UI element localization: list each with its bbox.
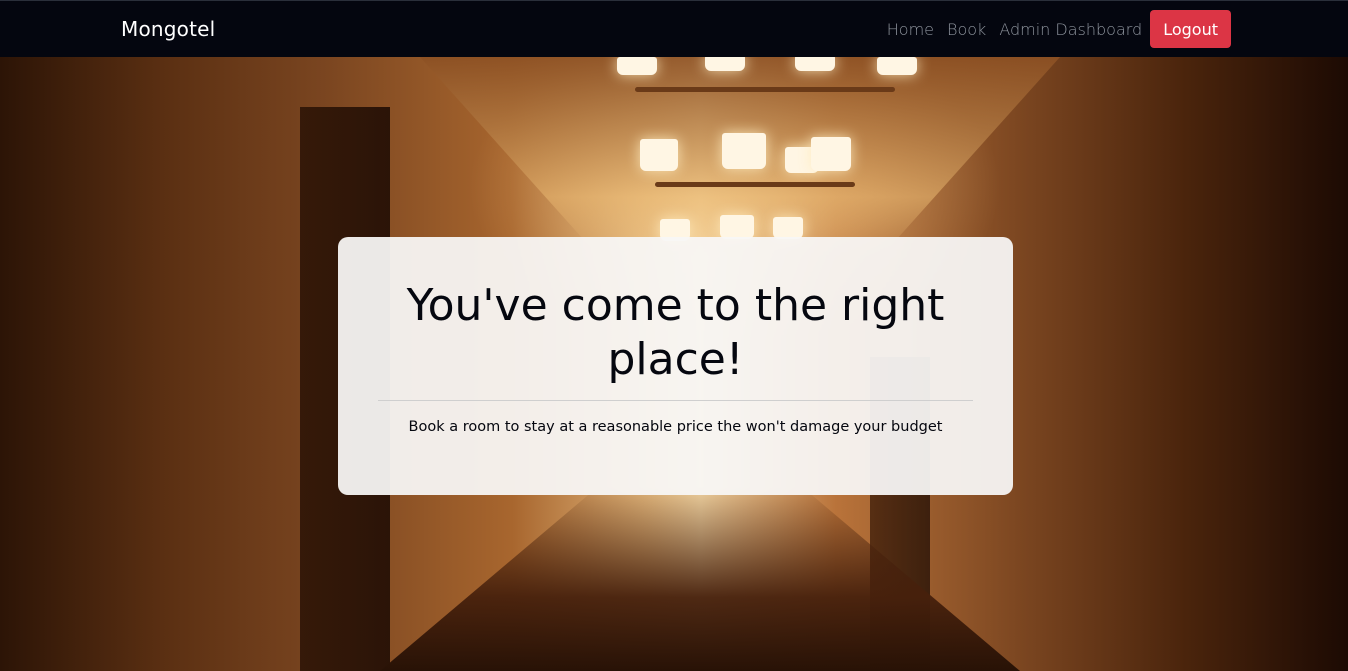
hero-divider (378, 400, 973, 401)
nav-link-admin-dashboard[interactable]: Admin Dashboard (999, 20, 1142, 39)
hero-subtitle: Book a room to stay at a reasonable pric… (408, 419, 943, 435)
nav-link-home[interactable]: Home (887, 20, 934, 39)
brand-logo[interactable]: Mongotel (121, 17, 215, 41)
hero-card: You've come to the right place! Book a r… (338, 237, 1013, 495)
nav-links: Home Book Admin Dashboard Logout (887, 10, 1231, 48)
hero-title: You've come to the right place! (406, 280, 945, 385)
nav-link-book[interactable]: Book (947, 20, 986, 39)
logout-button[interactable]: Logout (1150, 10, 1231, 48)
navbar: Mongotel Home Book Admin Dashboard Logou… (0, 0, 1348, 57)
